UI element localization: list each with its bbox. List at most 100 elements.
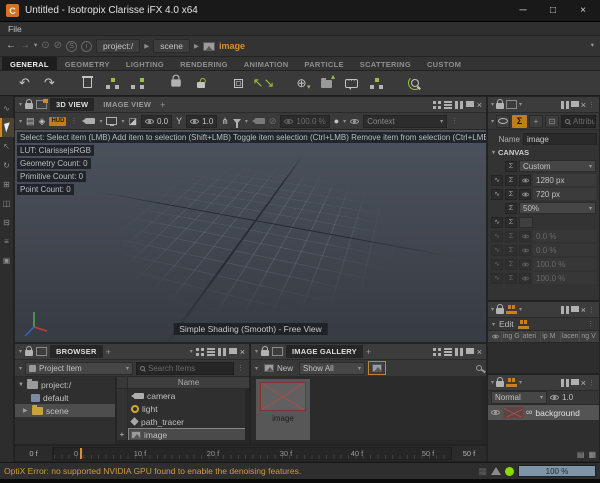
display-mode-dropdown[interactable]: ▾ — [121, 118, 124, 125]
minimize-button[interactable]: ─ — [508, 1, 538, 21]
close-button[interactable]: × — [568, 1, 598, 21]
browser-options-dropdown[interactable]: ▾ — [19, 365, 22, 372]
list-header[interactable]: Name — [117, 377, 249, 389]
panel-lock-icon[interactable] — [496, 381, 504, 387]
panel-detach-icon[interactable] — [36, 100, 47, 109]
eye-chip[interactable] — [519, 175, 531, 186]
forward-button[interactable]: → — [20, 41, 30, 51]
pin-attribute-button[interactable]: ⊡ — [545, 115, 559, 128]
current-image-toggle[interactable] — [368, 361, 386, 375]
column-shading-vars[interactable]: ng V — [579, 331, 599, 342]
tool-rotate[interactable]: ↻ — [0, 156, 14, 175]
sigma-icon[interactable]: Σ — [505, 175, 517, 186]
sigma-icon[interactable]: Σ — [505, 217, 517, 228]
import-reference-button[interactable]: ⊕ — [289, 73, 314, 94]
layers-header-dropdown[interactable]: ▾ — [519, 379, 522, 386]
tool-translate[interactable]: ↖ — [0, 137, 14, 156]
list-item-light[interactable]: light — [117, 402, 249, 415]
layout-stack-icon[interactable] — [571, 306, 579, 314]
sigma-icon[interactable]: Σ — [505, 189, 517, 200]
layout-columns-icon[interactable] — [561, 101, 569, 109]
tool-pivot[interactable]: ⊟ — [0, 213, 14, 232]
visibility-eye-icon[interactable] — [350, 119, 359, 124]
panel-lock-icon[interactable] — [25, 350, 33, 356]
panel-lock-icon[interactable] — [496, 103, 504, 109]
browser-header-dropdown[interactable]: ▾ — [190, 348, 193, 355]
breadcrumb-folder[interactable]: scene — [153, 39, 190, 53]
tab-lighting[interactable]: LIGHTING — [118, 57, 172, 70]
opacity-eye-icon[interactable] — [550, 395, 559, 400]
shading-rows-area[interactable] — [488, 343, 599, 373]
breadcrumb-root[interactable]: project:/ — [96, 39, 140, 53]
edit-expander-icon[interactable]: ▾ — [492, 321, 495, 328]
new-layer-icon[interactable]: ▤ — [577, 450, 585, 459]
render-camera-icon[interactable] — [255, 118, 265, 124]
tool-snap[interactable]: ≡ — [0, 232, 14, 251]
curve-icon[interactable]: ∿ — [491, 217, 503, 228]
export-context-button[interactable] — [314, 73, 339, 94]
panel-menu-dropdown[interactable]: ▾ — [19, 348, 22, 355]
attribute-search-input[interactable]: Attribute — [561, 115, 596, 128]
canvas-section-header[interactable]: ▾ CANVAS — [490, 146, 597, 159]
panel-close-icon[interactable]: × — [581, 100, 586, 110]
name-field[interactable]: image — [523, 133, 597, 145]
column-shading-group[interactable]: ing G — [501, 331, 521, 342]
tab-image-gallery[interactable]: IMAGE GALLERY — [286, 345, 363, 358]
goto-parent-icon[interactable]: ⊙ — [41, 41, 49, 51]
attr-options-dropdown[interactable]: ▾ — [491, 118, 494, 125]
panel-menu-dropdown[interactable]: ▾ — [491, 379, 494, 386]
column-material[interactable]: ateri — [521, 331, 541, 342]
layout-columns-icon[interactable] — [561, 306, 569, 314]
delete-button[interactable] — [75, 73, 100, 94]
blend-mode-dropdown[interactable]: Normal ▾ — [491, 391, 547, 404]
tree-item-project[interactable]: ▼ project:/ — [15, 378, 115, 391]
column-name-header[interactable]: Name — [128, 377, 249, 388]
list-item-path-tracer[interactable]: path_tracer — [117, 415, 249, 428]
gallery-options-dropdown[interactable]: ▾ — [255, 365, 258, 372]
warning-icon[interactable] — [491, 467, 501, 475]
delete-layer-icon[interactable]: ▦ — [588, 450, 596, 459]
layout-rows-icon[interactable] — [207, 348, 215, 356]
fit-selection-button[interactable]: ↖↘ — [251, 73, 276, 94]
viewport-canvas[interactable]: Select: Select item (LMB) Add item to se… — [15, 130, 486, 342]
tab-3d-view[interactable]: 3D VIEW — [50, 98, 94, 111]
unlock-button[interactable] — [188, 73, 213, 94]
new-image-button[interactable]: New — [261, 362, 296, 375]
tool-curve[interactable]: ∿ — [0, 99, 14, 118]
gallery-thumbnail[interactable]: image — [256, 379, 310, 440]
reload-icon[interactable]: ⊘ — [54, 41, 62, 51]
tab-particle[interactable]: PARTICLE — [296, 57, 351, 70]
layout-stack-icon[interactable] — [571, 101, 579, 109]
layout-columns-icon[interactable] — [455, 348, 463, 356]
gallery-vertical-scrollbar[interactable] — [482, 377, 486, 440]
exposure-icon[interactable]: ◪ — [128, 117, 137, 126]
layout-grid-icon[interactable] — [433, 101, 441, 109]
tool-manipulator[interactable]: ◫ — [0, 194, 14, 213]
tool-extra[interactable]: ▣ — [0, 251, 14, 270]
expander-closed-icon[interactable]: ▶ — [23, 407, 29, 414]
instantiate-button[interactable] — [125, 73, 150, 94]
vp-navigate-icon[interactable]: ◈ — [39, 117, 46, 126]
layout-grid-icon[interactable] — [433, 348, 441, 356]
layout-columns-icon[interactable] — [218, 348, 226, 356]
focus-search-button[interactable] — [402, 73, 427, 94]
layer-row-background[interactable]: ∞ background — [488, 405, 599, 420]
resolution-preset-dropdown[interactable]: Custom▾ — [519, 160, 596, 172]
opacity-value[interactable]: 1.0 — [562, 393, 573, 402]
sigma-icon[interactable]: Σ — [505, 203, 517, 214]
isolate-button[interactable] — [226, 73, 251, 94]
shading-sphere-dropdown[interactable]: ▾ — [343, 118, 346, 125]
menu-file[interactable]: File — [0, 24, 30, 34]
panel-detach-icon[interactable] — [272, 347, 283, 356]
curve-icon[interactable]: ∿ — [491, 175, 503, 186]
panel-close-icon[interactable]: × — [581, 378, 586, 388]
layout-grid-icon[interactable] — [196, 348, 204, 356]
browser-dots-handle[interactable]: ⋮ — [237, 364, 245, 372]
eye-chip[interactable] — [519, 189, 531, 200]
panel-lock-icon[interactable] — [25, 103, 33, 109]
attr-header-dropdown[interactable]: ▾ — [519, 101, 522, 108]
back-button[interactable]: ← — [6, 41, 16, 51]
add-browser-tab-button[interactable]: + — [106, 347, 111, 357]
tools-icon[interactable]: ⋔ — [221, 117, 229, 126]
panel-close-icon[interactable]: × — [240, 347, 245, 357]
